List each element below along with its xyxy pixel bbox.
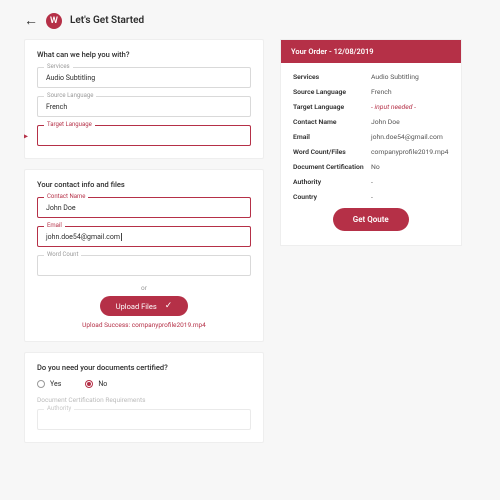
certification-requirements-label: Document Certification Requirements	[37, 396, 251, 404]
radio-dot-icon	[37, 380, 45, 388]
summary-key: Country	[293, 193, 371, 201]
back-arrow-icon[interactable]: ←	[24, 12, 38, 29]
summary-key: Authority	[293, 178, 371, 186]
summary-value: John Doe	[371, 118, 400, 126]
text-cursor-icon	[121, 233, 122, 241]
email-value: john.doe54@gmail.com	[46, 233, 242, 242]
contact-card: Your contact info and files Contact Name…	[24, 169, 264, 342]
get-quote-button[interactable]: Get Qoute	[333, 208, 409, 231]
contact-name-field[interactable]: Contact Name John Doe	[37, 197, 251, 218]
order-summary-header: Your Order - 12/08/2019	[281, 40, 461, 63]
summary-key: Contact Name	[293, 118, 371, 126]
services-value: Audio Subtitling	[46, 74, 242, 83]
summary-row: ServicesAudio Subtitling	[293, 73, 449, 81]
summary-row: Contact NameJohn Doe	[293, 118, 449, 126]
certification-radio-group: Yes No	[37, 380, 251, 388]
authority-field: Authority	[37, 409, 251, 430]
page-title: Let's Get Started	[70, 15, 144, 26]
order-summary: Your Order - 12/08/2019 ServicesAudio Su…	[280, 39, 462, 246]
or-divider: or	[37, 284, 251, 292]
email-label: Email	[44, 222, 65, 229]
authority-value	[46, 416, 242, 425]
contact-card-title: Your contact info and files	[37, 180, 251, 189]
summary-value: French	[371, 88, 392, 96]
services-field[interactable]: Services Audio Subtitling	[37, 67, 251, 88]
authority-label: Authority	[44, 405, 74, 412]
radio-dot-icon	[85, 380, 93, 388]
services-card: What can we help you with? Services Audi…	[24, 39, 264, 159]
summary-row: Document CertificationNo	[293, 163, 449, 171]
summary-row: Word Count/Filescompanyprofile2019.mp4	[293, 148, 449, 156]
radio-no-label: No	[98, 380, 107, 388]
page-header: ← W Let's Get Started	[24, 12, 476, 29]
upload-files-button[interactable]: Upload Files ✓	[100, 296, 189, 316]
summary-key: Services	[293, 73, 371, 81]
summary-value: john.doe54@gmail.com	[371, 133, 443, 141]
summary-value: -	[371, 178, 373, 186]
email-field[interactable]: Email john.doe54@gmail.com	[37, 226, 251, 247]
target-language-label: Target Language	[44, 121, 95, 128]
source-language-field[interactable]: Source Language French	[37, 96, 251, 117]
summary-value: companyprofile2019.mp4	[371, 148, 449, 156]
contact-name-label: Contact Name	[44, 193, 88, 200]
summary-value: Audio Subtitling	[371, 73, 419, 81]
source-language-value: French	[46, 103, 242, 112]
word-count-value	[46, 262, 242, 271]
summary-row: Target Language- input needed -	[293, 103, 449, 111]
check-icon: ✓	[165, 301, 173, 311]
certification-card: Do you need your documents certified? Ye…	[24, 352, 264, 443]
word-count-field[interactable]: Word Count	[37, 255, 251, 276]
summary-key: Target Language	[293, 103, 371, 111]
summary-value: -	[371, 193, 373, 201]
summary-key: Word Count/Files	[293, 148, 371, 156]
summary-key: Source Language	[293, 88, 371, 96]
brand-logo: W	[46, 13, 62, 29]
radio-yes-label: Yes	[50, 380, 61, 388]
certification-card-title: Do you need your documents certified?	[37, 363, 251, 372]
summary-value: No	[371, 163, 380, 171]
target-language-value	[46, 132, 242, 141]
radio-no[interactable]: No	[85, 380, 107, 388]
target-language-field[interactable]: ▸ Target Language	[37, 125, 251, 146]
summary-row: Emailjohn.doe54@gmail.com	[293, 133, 449, 141]
summary-row: Source LanguageFrench	[293, 88, 449, 96]
summary-row: Country-	[293, 193, 449, 201]
pointer-icon: ▸	[24, 131, 28, 140]
radio-yes[interactable]: Yes	[37, 380, 61, 388]
upload-status: Upload Success: companyprofile2019.mp4	[37, 321, 251, 329]
word-count-label: Word Count	[44, 251, 81, 258]
contact-name-value: John Doe	[46, 204, 242, 213]
summary-key: Document Certification	[293, 163, 371, 171]
upload-files-label: Upload Files	[116, 302, 157, 311]
summary-value: - input needed -	[371, 103, 416, 111]
source-language-label: Source Language	[44, 92, 96, 99]
summary-key: Email	[293, 133, 371, 141]
summary-row: Authority-	[293, 178, 449, 186]
services-label: Services	[44, 63, 73, 70]
services-card-title: What can we help you with?	[37, 50, 251, 59]
